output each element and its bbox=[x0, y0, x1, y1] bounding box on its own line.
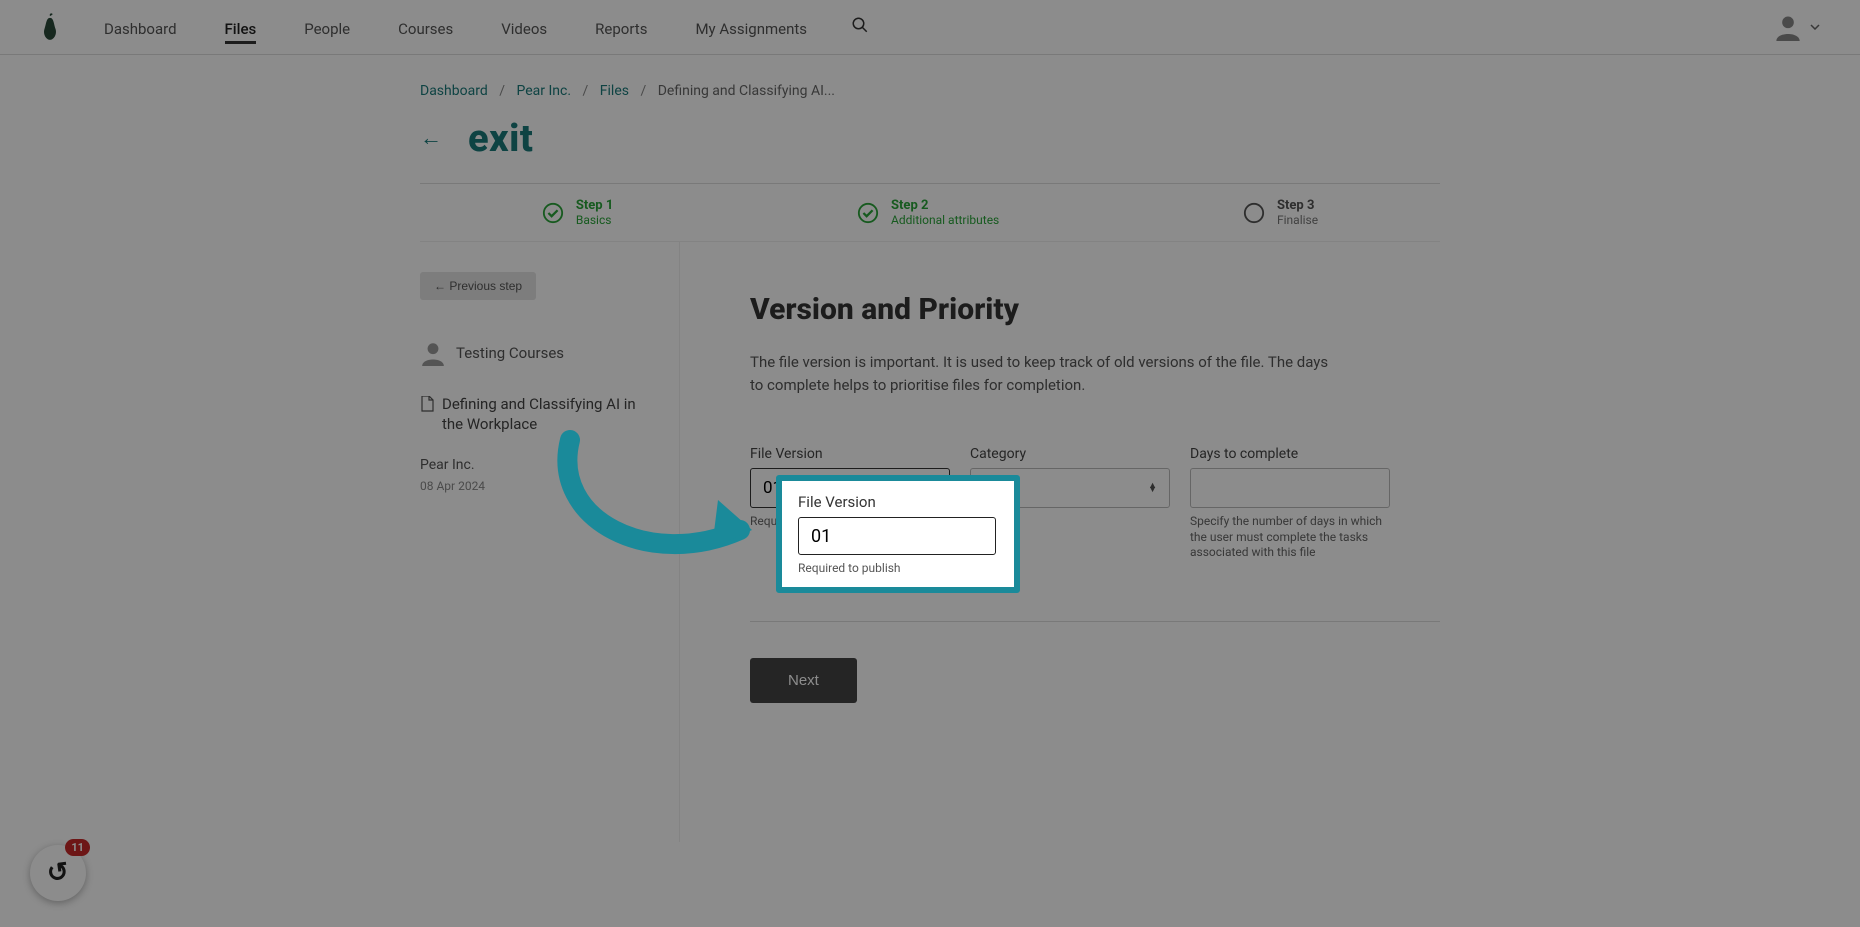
chevron-down-icon bbox=[1810, 24, 1820, 30]
breadcrumb-link[interactable]: Files bbox=[600, 83, 629, 99]
step-sublabel: Finalise bbox=[1277, 213, 1318, 227]
file-title: Defining and Classifying AI in the Workp… bbox=[442, 394, 659, 435]
top-nav: Dashboard Files People Courses Videos Re… bbox=[0, 0, 1860, 55]
breadcrumb: Dashboard / Pear Inc. / Files / Defining… bbox=[420, 83, 1440, 99]
step-label: Step 2 bbox=[891, 198, 999, 213]
chat-widget[interactable]: ↺ 11 bbox=[30, 845, 86, 901]
field-help: Required to publish bbox=[798, 561, 998, 577]
search-button[interactable] bbox=[831, 16, 889, 38]
step-label: Step 3 bbox=[1277, 198, 1318, 213]
nav-items: Dashboard Files People Courses Videos Re… bbox=[80, 2, 831, 52]
nav-item-assignments[interactable]: My Assignments bbox=[671, 2, 831, 52]
file-date: 08 Apr 2024 bbox=[420, 479, 659, 493]
step-1[interactable]: Step 1 Basics bbox=[542, 198, 613, 227]
section-description: The file version is important. It is use… bbox=[750, 351, 1330, 396]
author-row: Testing Courses bbox=[420, 340, 659, 366]
nav-item-people[interactable]: People bbox=[280, 2, 374, 52]
field-label: File Version bbox=[750, 446, 950, 462]
breadcrumb-current: Defining and Classifying AI... bbox=[658, 83, 835, 99]
exit-row: ← exit bbox=[420, 117, 1440, 161]
exit-title[interactable]: exit bbox=[468, 117, 533, 161]
page-title: Version and Priority bbox=[750, 292, 1440, 327]
file-title-row: Defining and Classifying AI in the Workp… bbox=[420, 394, 659, 435]
author-name: Testing Courses bbox=[456, 344, 564, 362]
org-name: Pear Inc. bbox=[420, 457, 659, 473]
user-menu[interactable] bbox=[1774, 13, 1840, 41]
avatar-icon bbox=[1774, 13, 1802, 41]
field-help: Specify the number of days in which the … bbox=[1190, 514, 1390, 561]
step-sublabel: Basics bbox=[576, 213, 613, 227]
next-button[interactable]: Next bbox=[750, 658, 857, 703]
days-to-complete-input[interactable] bbox=[1190, 468, 1390, 508]
step-sublabel: Additional attributes bbox=[891, 213, 999, 227]
field-label: Days to complete bbox=[1190, 446, 1390, 462]
avatar-icon bbox=[420, 340, 446, 366]
field-label: Category bbox=[970, 446, 1170, 462]
back-arrow-button[interactable]: ← bbox=[420, 128, 442, 150]
check-circle-icon bbox=[857, 202, 879, 224]
logo[interactable] bbox=[20, 12, 80, 42]
breadcrumb-link[interactable]: Pear Inc. bbox=[516, 83, 571, 99]
main-content: Dashboard / Pear Inc. / Files / Defining… bbox=[380, 55, 1480, 842]
breadcrumb-link[interactable]: Dashboard bbox=[420, 83, 488, 99]
nav-item-reports[interactable]: Reports bbox=[571, 2, 671, 52]
step-3[interactable]: Step 3 Finalise bbox=[1243, 198, 1318, 227]
nav-item-files[interactable]: Files bbox=[201, 2, 281, 52]
file-version-input-highlight[interactable] bbox=[798, 517, 996, 555]
step-2[interactable]: Step 2 Additional attributes bbox=[857, 198, 999, 227]
stepper: Step 1 Basics Step 2 Additional attribut… bbox=[420, 184, 1440, 242]
chat-badge: 11 bbox=[65, 839, 90, 856]
nav-item-videos[interactable]: Videos bbox=[477, 2, 571, 52]
field-days-to-complete: Days to complete Specify the number of d… bbox=[1190, 446, 1390, 561]
circle-icon bbox=[1243, 202, 1265, 224]
check-circle-icon bbox=[542, 202, 564, 224]
file-icon bbox=[420, 396, 434, 412]
highlight-box: File Version Required to publish bbox=[776, 475, 1020, 593]
nav-item-courses[interactable]: Courses bbox=[374, 2, 477, 52]
chat-icon: ↺ bbox=[45, 857, 71, 890]
pear-logo-icon bbox=[39, 12, 61, 42]
search-icon bbox=[851, 16, 869, 34]
previous-step-button[interactable]: ← Previous step bbox=[420, 272, 536, 300]
field-label: File Version bbox=[798, 493, 998, 511]
select-arrows-icon: ▲▼ bbox=[1148, 484, 1157, 493]
step-label: Step 1 bbox=[576, 198, 613, 213]
nav-item-dashboard[interactable]: Dashboard bbox=[80, 2, 201, 52]
left-panel: ← Previous step Testing Courses Defining… bbox=[420, 242, 680, 842]
